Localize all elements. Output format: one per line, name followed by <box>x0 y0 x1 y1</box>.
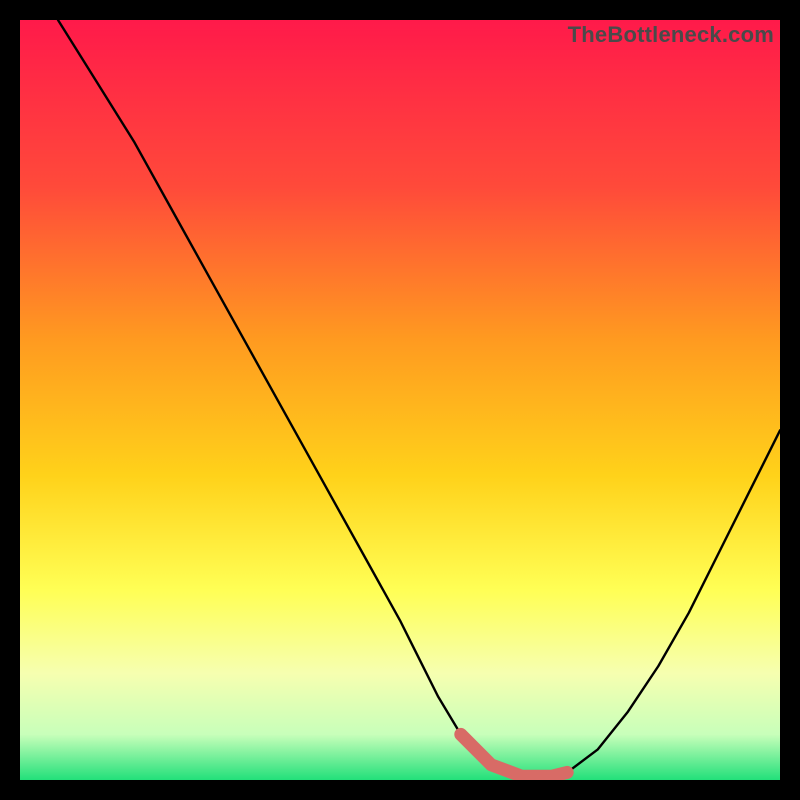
watermark-text: TheBottleneck.com <box>568 22 774 48</box>
chart-frame: TheBottleneck.com <box>20 20 780 780</box>
gradient-background <box>20 20 780 780</box>
chart-svg <box>20 20 780 780</box>
